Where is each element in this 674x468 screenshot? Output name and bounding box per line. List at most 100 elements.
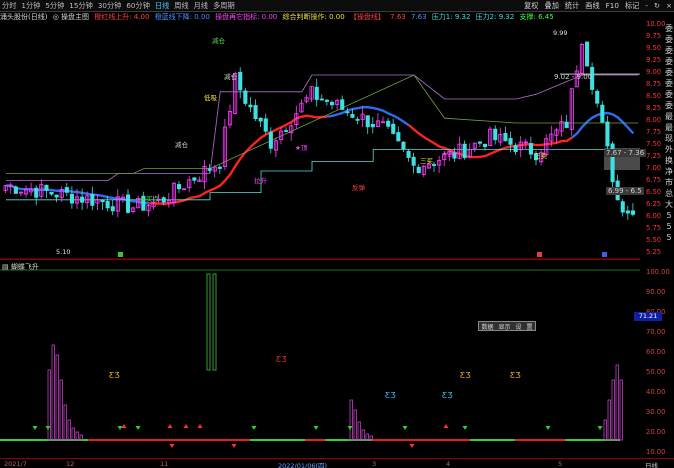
tip-btn-set[interactable]: 设 [515, 322, 521, 331]
candle-body [238, 71, 243, 91]
tab-fenshi[interactable]: 分时 [2, 1, 16, 11]
candle-body [416, 166, 421, 174]
butterfly-icon: ƸƷ [442, 391, 453, 400]
candle-body [595, 90, 600, 104]
price-tick: 8.50 [646, 92, 662, 100]
event-box-icon [118, 252, 123, 257]
pressure-step-line [6, 74, 639, 181]
x-axis-period[interactable]: 日线 [645, 460, 658, 468]
signal-arrow [231, 444, 237, 448]
candle-body [564, 121, 569, 128]
signal-arrow [462, 426, 468, 430]
candle-body [406, 150, 411, 158]
side-char: 总 [665, 189, 673, 198]
price-tick: 9.00 [646, 68, 662, 76]
range-label-low: 6.99 - 6.5 [606, 187, 644, 195]
x-label: 12 [66, 460, 75, 468]
candle-body [503, 132, 508, 142]
tip-btn-show[interactable]: 显示 [498, 322, 510, 331]
high-price-label: 9.99 [553, 29, 567, 37]
stock-title[interactable]: 涌头股份(日线) [0, 13, 47, 21]
draw-button[interactable]: 画线 [585, 1, 599, 11]
short-label: 减仓 [224, 72, 238, 81]
candle-body [345, 111, 350, 114]
signal-arrow [597, 426, 603, 430]
ind-other: 操盘再它指标: 0.00 [215, 13, 278, 21]
hist-bar [603, 419, 607, 441]
close-button[interactable]: × [666, 1, 672, 11]
minimize-button[interactable]: - [645, 1, 648, 11]
candle-body [508, 138, 513, 145]
price-tick: 6.00 [646, 212, 662, 220]
signal-arrow [313, 426, 319, 430]
side-char: 委 [665, 24, 673, 33]
candle-body [258, 117, 263, 122]
tab-weekly[interactable]: 周线 [174, 1, 188, 11]
candle-body [263, 118, 268, 132]
butterfly-icon: ƸƷ [510, 371, 521, 380]
candle-body [600, 104, 605, 123]
value-tick: 10.00 [646, 448, 666, 456]
hist-bar [353, 409, 357, 441]
candle-body [370, 124, 375, 128]
candle-body [340, 99, 345, 110]
price-tick: 9.25 [646, 56, 662, 64]
tab-60min[interactable]: 60分钟 [126, 1, 150, 11]
fuquan-button[interactable]: 复权 [524, 1, 538, 11]
ind-value-blue: 7.63 [410, 13, 427, 21]
ind-value-red: 7.63 [390, 13, 406, 21]
side-char: 大 [665, 200, 673, 209]
side-char: 现 [665, 134, 673, 143]
candle-body [100, 199, 105, 203]
candle-body [482, 143, 488, 148]
signal-arrow [443, 424, 449, 428]
panel-divider[interactable] [0, 259, 640, 260]
signal-pillar [212, 273, 217, 371]
candle-body [365, 115, 370, 128]
tab-multi[interactable]: 多周期 [213, 1, 235, 11]
overlay-button[interactable]: 叠加 [545, 1, 559, 11]
three-sell-label: 三卖 [534, 152, 548, 160]
candle-body [630, 210, 635, 215]
x-label-cursor-date: 2022/01/06(四) [278, 462, 328, 468]
side-char: 5 [666, 222, 672, 231]
signal-pillar [206, 273, 211, 371]
candle-body [105, 201, 110, 209]
tip-btn-data[interactable]: 数据 [481, 322, 493, 331]
x-label: 3 [372, 460, 377, 468]
tab-15min[interactable]: 15分钟 [69, 1, 93, 11]
sub-indicator-chart[interactable]: ƸƷ ƸƷ ƸƷ ƸƷ ƸƷ ƸƷ [0, 268, 640, 458]
butterfly-icon: ƸƷ [460, 371, 471, 380]
hist-bar [71, 427, 75, 441]
tab-monthly[interactable]: 月线 [194, 1, 208, 11]
candle-body [34, 187, 39, 198]
data-tip-box[interactable]: 数据 显示 设 置 [478, 321, 536, 331]
value-tick: 100.00 [646, 268, 670, 276]
side-char: 5 [666, 211, 672, 220]
tab-5min[interactable]: 5分钟 [45, 1, 64, 11]
f10-button[interactable]: F10 [606, 1, 619, 11]
side-char: 委 [665, 68, 673, 77]
signal-arrow [167, 424, 173, 428]
price-tick: 7.75 [646, 128, 662, 136]
tab-daily[interactable]: 日线 [155, 1, 169, 11]
value-tick: 40.00 [646, 388, 666, 396]
support-step-line [6, 149, 608, 201]
tab-30min[interactable]: 30分钟 [98, 1, 122, 11]
stats-button[interactable]: 统计 [565, 1, 579, 11]
buy-label: ★买点 [140, 195, 159, 203]
main-kline-chart[interactable]: 减仓减仓低吸减仓★买点拉升★顶反弹三买★底 三卖9.995.10 [0, 23, 640, 260]
candle-body [324, 99, 329, 102]
candle-body [176, 184, 182, 190]
signal-arrow [183, 424, 189, 428]
price-tick: 9.50 [646, 44, 662, 52]
tab-1min[interactable]: 1分钟 [21, 1, 40, 11]
candle-body [64, 187, 69, 193]
mark-button[interactable]: 标记 [625, 1, 639, 11]
butterfly-icon: ƸƷ [276, 355, 287, 364]
refresh-icon[interactable]: ↻ [654, 1, 660, 11]
candle-body [620, 201, 625, 213]
main-indicator-name[interactable]: ◎ 操盘主图 [53, 13, 89, 21]
tip-btn-opt[interactable]: 置 [526, 322, 532, 331]
top-label: ★顶 [295, 144, 308, 152]
